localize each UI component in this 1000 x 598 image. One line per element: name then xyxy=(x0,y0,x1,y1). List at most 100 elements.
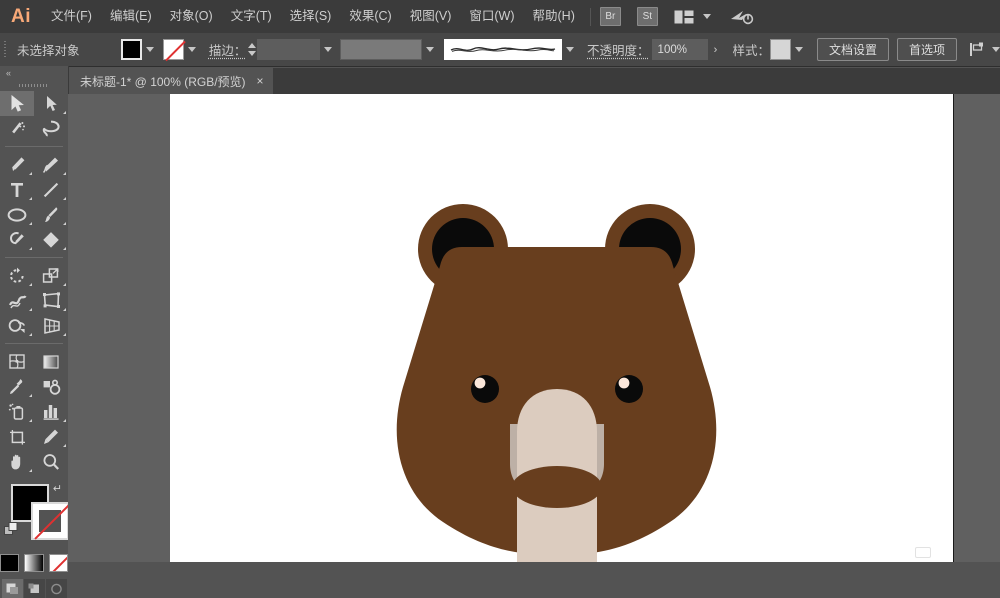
column-graph-tool[interactable] xyxy=(34,399,68,424)
eyedropper-tool[interactable] xyxy=(0,374,34,399)
illustrator-window: Ai 文件(F) 编辑(E) 对象(O) 文字(T) 选择(S) 效果(C) 视… xyxy=(0,0,1000,562)
selection-tool[interactable] xyxy=(0,91,34,116)
magic-wand-icon xyxy=(9,120,26,137)
opacity-expand-arrow-icon[interactable]: › xyxy=(708,39,724,60)
gradient-mode-button[interactable] xyxy=(24,554,43,572)
style-swatch[interactable] xyxy=(770,39,791,60)
symbol-sprayer-icon xyxy=(8,403,27,421)
menu-window[interactable]: 窗口(W) xyxy=(460,0,523,33)
preferences-button[interactable]: 首选项 xyxy=(897,38,957,61)
swap-fill-stroke-icon[interactable]: ↵ xyxy=(53,482,62,495)
toolbar-collapse-button[interactable]: « xyxy=(0,66,68,80)
menu-effect[interactable]: 效果(C) xyxy=(340,0,400,33)
scale-tool[interactable] xyxy=(34,263,68,288)
menu-view[interactable]: 视图(V) xyxy=(401,0,461,33)
menu-help[interactable]: 帮助(H) xyxy=(524,0,584,33)
bear-face-illustration[interactable] xyxy=(170,94,954,562)
brush-definition-select[interactable] xyxy=(444,39,562,60)
arrow-solid-icon xyxy=(10,95,25,112)
magnifier-icon xyxy=(42,453,60,471)
fill-swatch[interactable] xyxy=(121,39,142,60)
none-mode-button[interactable] xyxy=(49,554,68,572)
menu-edit[interactable]: 编辑(E) xyxy=(101,0,161,33)
default-fill-stroke-button[interactable] xyxy=(4,522,19,537)
ellipse-tool[interactable] xyxy=(0,202,34,227)
shaper-tool[interactable] xyxy=(0,227,34,252)
menu-select[interactable]: 选择(S) xyxy=(281,0,341,33)
width-warp-icon xyxy=(8,292,27,310)
align-control[interactable] xyxy=(970,42,1000,57)
type-tool[interactable] xyxy=(0,177,34,202)
style-caret-icon[interactable] xyxy=(791,39,807,60)
lasso-tool[interactable] xyxy=(34,116,68,141)
color-mode-button[interactable] xyxy=(0,554,19,572)
free-transform-icon xyxy=(42,292,61,309)
shape-builder-tool[interactable] xyxy=(0,313,34,338)
stroke-weight-stepper[interactable] xyxy=(246,39,257,60)
stroke-dropdown-caret-icon[interactable] xyxy=(184,39,200,60)
stroke-swatch-none[interactable] xyxy=(163,39,184,60)
color-controls: ↵ xyxy=(0,480,68,552)
zoom-tool[interactable] xyxy=(34,449,68,474)
stroke-color-control[interactable] xyxy=(163,39,200,60)
direct-selection-tool[interactable] xyxy=(34,91,68,116)
align-caret-icon[interactable] xyxy=(992,47,1000,52)
menu-object[interactable]: 对象(O) xyxy=(161,0,222,33)
cloud-sync-button[interactable] xyxy=(730,8,754,25)
draw-normal-button[interactable] xyxy=(2,579,23,598)
hand-tool[interactable] xyxy=(0,449,34,474)
tool-grid xyxy=(0,91,68,474)
perspective-grid-tool[interactable] xyxy=(34,313,68,338)
eraser-tool[interactable] xyxy=(34,227,68,252)
stroke-profile-select[interactable] xyxy=(340,39,422,60)
rotate-tool[interactable] xyxy=(0,263,34,288)
artboard-tool[interactable] xyxy=(0,424,34,449)
tools-panel: « xyxy=(0,66,69,562)
close-icon[interactable]: × xyxy=(257,75,264,87)
opacity-input[interactable]: 100% xyxy=(652,39,708,60)
artboard[interactable] xyxy=(170,94,954,562)
canvas-area[interactable] xyxy=(68,94,1000,562)
mesh-tool[interactable] xyxy=(0,349,34,374)
draw-inside-button[interactable] xyxy=(46,579,67,598)
magic-wand-tool[interactable] xyxy=(0,116,34,141)
pen-tool[interactable] xyxy=(0,152,34,177)
graphic-style-control[interactable] xyxy=(770,39,807,60)
lasso-icon xyxy=(42,120,60,137)
shaper-pencil-icon xyxy=(8,231,26,249)
free-transform-tool[interactable] xyxy=(34,288,68,313)
document-setup-button[interactable]: 文档设置 xyxy=(817,38,889,61)
slice-tool[interactable] xyxy=(34,424,68,449)
fill-dropdown-caret-icon[interactable] xyxy=(142,39,158,60)
line-segment-tool[interactable] xyxy=(34,177,68,202)
paintbrush-tool[interactable] xyxy=(34,202,68,227)
toolbar-grip[interactable] xyxy=(0,80,68,91)
line-segment-icon xyxy=(42,181,60,199)
stroke-weight-caret-icon[interactable] xyxy=(320,39,336,60)
stroke-color-box-none[interactable] xyxy=(31,502,69,540)
blend-tool[interactable] xyxy=(34,374,68,399)
eraser-icon xyxy=(42,231,60,249)
tool-divider-3 xyxy=(5,343,63,344)
bridge-button[interactable]: Br xyxy=(600,7,621,26)
curvature-tool[interactable] xyxy=(34,152,68,177)
stroke-weight-label[interactable]: 描边： xyxy=(209,40,247,59)
width-tool[interactable] xyxy=(0,288,34,313)
stock-button[interactable]: St xyxy=(637,7,658,26)
gradient-tool[interactable] xyxy=(34,349,68,374)
menu-file[interactable]: 文件(F) xyxy=(42,0,101,33)
draw-behind-button[interactable] xyxy=(24,579,45,598)
selection-status-label: 未选择对象 xyxy=(17,40,121,59)
brush-definition-caret-icon[interactable] xyxy=(562,39,578,60)
symbol-sprayer-tool[interactable] xyxy=(0,399,34,424)
stroke-profile-caret-icon[interactable] xyxy=(422,39,438,60)
options-bar: 未选择对象 描边： 不透明度： 100% › 样式： xyxy=(0,33,1000,67)
fill-color-control[interactable] xyxy=(121,39,158,60)
stroke-weight-input[interactable] xyxy=(257,39,320,60)
menu-type[interactable]: 文字(T) xyxy=(222,0,281,33)
options-bar-grip[interactable] xyxy=(0,33,11,66)
opacity-label[interactable]: 不透明度： xyxy=(587,40,650,59)
document-tab[interactable]: 未标题-1* @ 100% (RGB/预览) × xyxy=(68,68,273,94)
tool-divider-2 xyxy=(5,257,63,258)
workspace-switcher-button[interactable] xyxy=(674,10,711,24)
